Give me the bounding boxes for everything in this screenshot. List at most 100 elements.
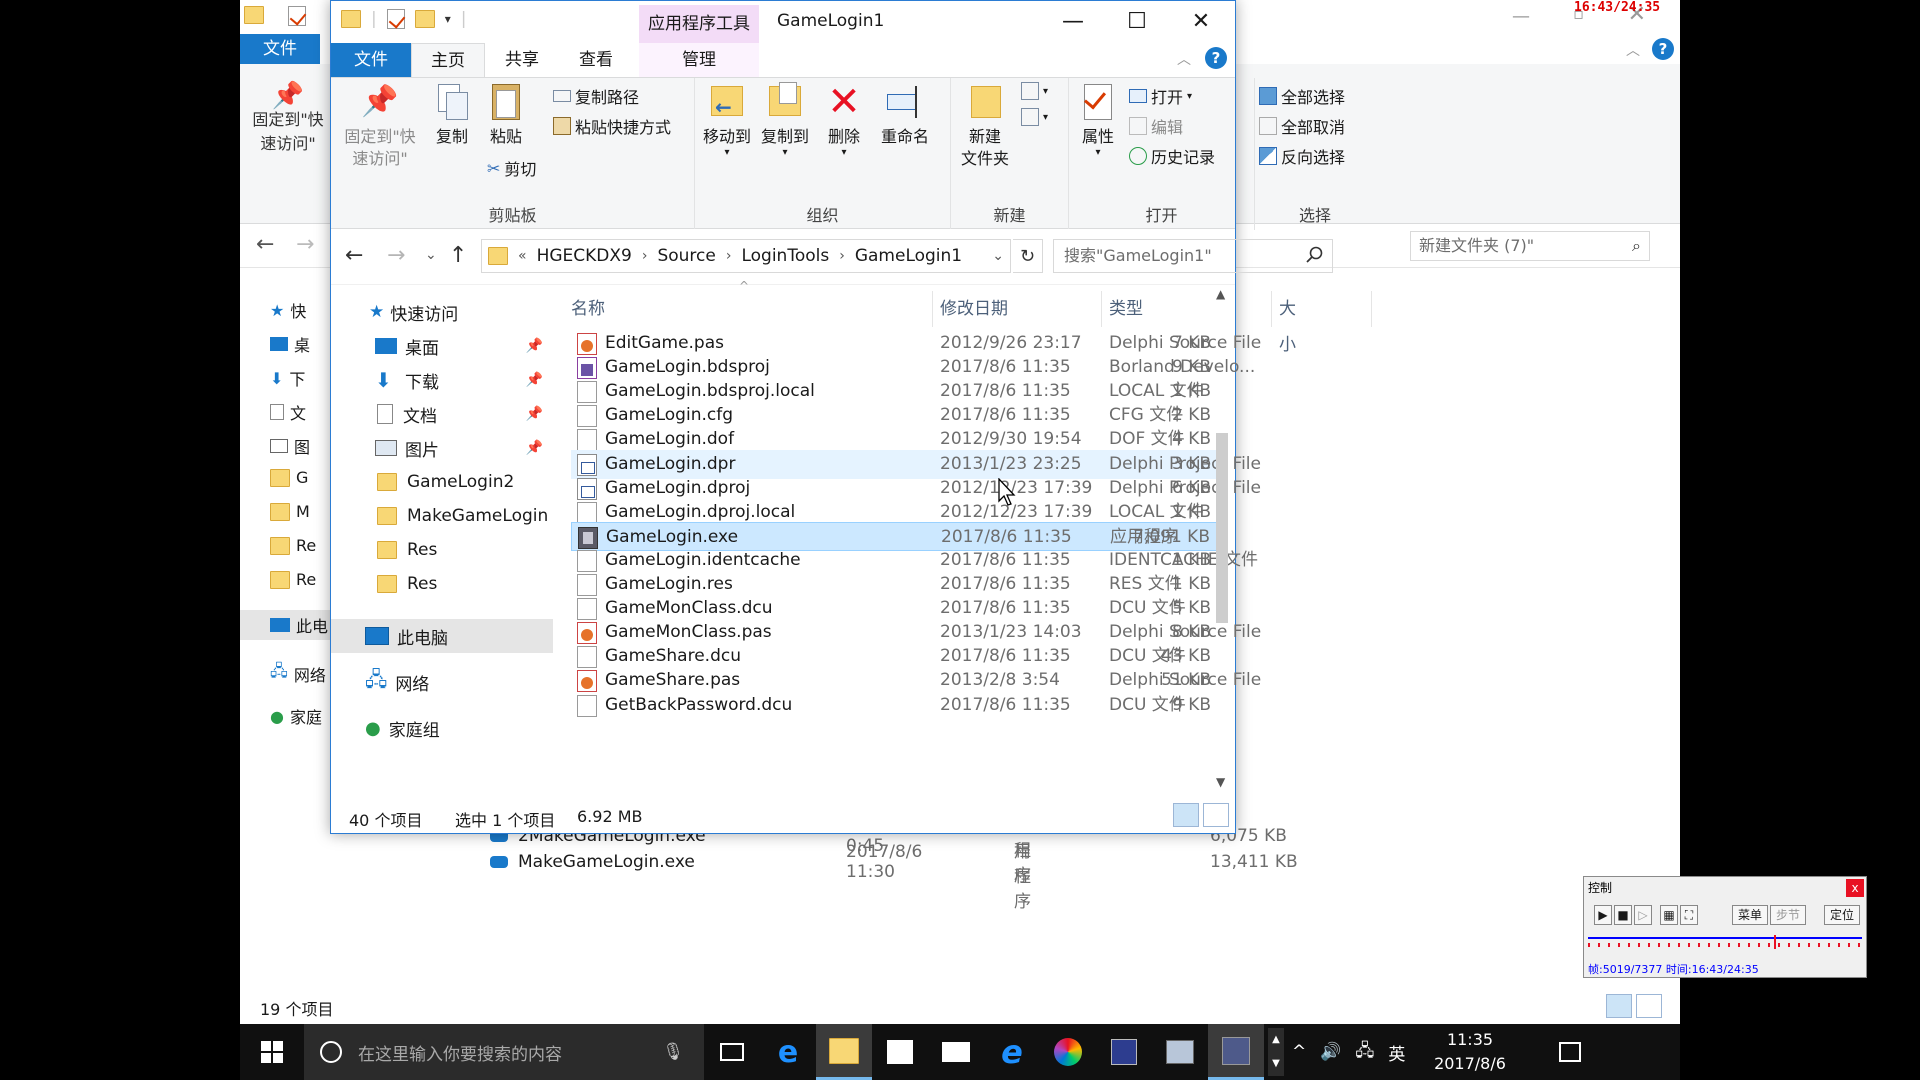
tray-chevron-up-icon[interactable]: ^ — [1292, 1042, 1306, 1062]
breadcrumb-item[interactable]: GameLogin1 — [855, 246, 962, 266]
timeline-playhead[interactable] — [1774, 935, 1776, 949]
nav-downloads[interactable]: ⬇ 下载 📌 — [331, 363, 553, 397]
timeline-track[interactable] — [1588, 935, 1862, 949]
help-icon[interactable]: ? — [1205, 47, 1227, 69]
breadcrumb-chevron-icon[interactable]: › — [839, 248, 845, 264]
select-none-button[interactable]: 全部取消 — [1259, 114, 1345, 138]
forward-arrow-icon[interactable]: → — [296, 232, 314, 257]
edit-button[interactable]: 编辑 — [1129, 114, 1183, 138]
new-folder-button[interactable]: 新建 文件夹 — [953, 82, 1017, 170]
file-explorer-app[interactable] — [816, 1024, 872, 1080]
color-app[interactable] — [1040, 1024, 1096, 1080]
cut-button[interactable]: ✂ 剪切 — [487, 156, 536, 180]
scroll-down-arrow-icon[interactable]: ▼ — [1268, 1052, 1284, 1076]
step-button[interactable]: ▷ — [1634, 905, 1652, 925]
edge-app[interactable]: e — [760, 1024, 816, 1080]
vertical-scrollbar[interactable]: ▲ ▼ — [1213, 285, 1231, 795]
recorder-app[interactable] — [1208, 1024, 1264, 1080]
column-divider[interactable] — [932, 291, 933, 327]
copy-path-button[interactable]: 复制路径 — [553, 84, 639, 108]
move-to-button[interactable]: ← 移动到 ▾ — [699, 82, 755, 158]
breadcrumb-item[interactable]: LoginTools — [741, 246, 829, 266]
action-center-button[interactable] — [1542, 1024, 1598, 1080]
scroll-up-arrow-icon[interactable]: ▲ — [1268, 1028, 1284, 1052]
nav-documents[interactable]: 文档 📌 — [331, 397, 553, 431]
tool-app[interactable] — [1152, 1024, 1208, 1080]
breadcrumb-item[interactable]: Source — [657, 246, 715, 266]
paste-button[interactable]: 粘贴 — [481, 82, 531, 148]
nav-pictures[interactable]: 图片 📌 — [331, 431, 553, 465]
nav-folder-res[interactable]: Res — [331, 533, 553, 567]
close-icon[interactable]: x — [1846, 879, 1864, 897]
column-header-size[interactable]: 大小 — [1279, 291, 1296, 355]
back-arrow-icon[interactable]: ← — [345, 243, 363, 268]
bg-nav-folder-1[interactable]: G — [270, 468, 308, 487]
nav-folder-makegamelogin[interactable]: MakeGameLogin — [331, 499, 553, 533]
microphone-icon[interactable]: 🎙 — [662, 1042, 684, 1062]
details-view-button[interactable] — [1173, 803, 1199, 827]
taskbar-scroll[interactable]: ▲ ▼ — [1268, 1028, 1284, 1076]
fullscreen-icon[interactable]: ⛶ — [1680, 905, 1698, 925]
recent-locations-chevron-icon[interactable]: ⌄ — [425, 247, 437, 263]
pin-icon[interactable]: 📌 — [526, 338, 543, 354]
pin-quick-access-button[interactable]: 📌 固定到"快速访问" — [339, 82, 421, 170]
maximize-button[interactable]: ☐ — [1105, 1, 1169, 43]
bg-pin-quick-access-button[interactable]: 📌 固定到"快速访问" — [248, 83, 328, 156]
delete-button[interactable]: ✕ 删除 ▾ — [819, 82, 869, 158]
paste-shortcut-button[interactable]: 粘贴快捷方式 — [553, 114, 671, 138]
minimize-icon[interactable]: — — [1512, 6, 1530, 27]
task-view-button[interactable] — [704, 1024, 760, 1080]
bg-nav-desktop[interactable]: 桌 — [270, 332, 310, 356]
nav-homegroup[interactable]: ● 家庭组 — [331, 711, 553, 745]
details-view-button[interactable] — [1606, 994, 1632, 1018]
window-mode-icon[interactable]: ▦ — [1660, 905, 1678, 925]
scroll-down-arrow-icon[interactable]: ▼ — [1216, 775, 1225, 789]
bg-nav-pictures[interactable]: 图 — [270, 434, 310, 458]
forward-arrow-icon[interactable]: → — [387, 243, 405, 268]
up-arrow-icon[interactable]: ↑ — [449, 243, 467, 268]
history-button[interactable]: 历史记录 — [1129, 144, 1215, 168]
back-arrow-icon[interactable]: ← — [256, 232, 274, 257]
taskbar-clock[interactable]: 11:35 2017/8/6 — [1420, 1028, 1520, 1076]
mail-app[interactable] — [928, 1024, 984, 1080]
bg-file-tab[interactable]: 文件 — [240, 34, 320, 64]
bg-nav-folder-3[interactable]: Re — [270, 536, 316, 555]
address-dropdown-icon[interactable]: ⌄ — [992, 248, 1004, 264]
bg-nav-network[interactable]: 🖧 网络 — [270, 660, 326, 687]
breadcrumb-item[interactable]: HGECKDX9 — [537, 246, 632, 266]
nav-folder-gamelogin2[interactable]: GameLogin2 — [331, 465, 553, 499]
taskbar-search-box[interactable]: 在这里输入你要搜索的内容 🎙 — [304, 1024, 704, 1080]
large-icons-view-button[interactable] — [1636, 994, 1662, 1018]
breadcrumb-overflow[interactable]: « — [518, 248, 527, 264]
refresh-button[interactable]: ↻ — [1013, 239, 1043, 273]
bg-nav-quick-access[interactable]: ★ 快 — [270, 298, 306, 322]
help-icon[interactable]: ? — [1652, 38, 1674, 60]
close-button[interactable]: ✕ — [1169, 1, 1233, 43]
volume-icon[interactable]: 🔊 — [1320, 1042, 1341, 1062]
file-row[interactable]: GetBackPassword.dcu 2017/8/6 11:35 DCU 文件 9… — [571, 691, 1217, 720]
pin-icon[interactable]: 📌 — [526, 372, 543, 388]
breadcrumb-chevron-icon[interactable]: › — [642, 248, 648, 264]
locate-button[interactable]: 定位 — [1824, 905, 1860, 925]
pin-icon[interactable]: 📌 — [526, 440, 543, 456]
nav-desktop[interactable]: 桌面 📌 — [331, 329, 553, 363]
bg-nav-this-pc[interactable]: 此电 — [240, 610, 340, 640]
nav-quick-access[interactable]: ★ 快速访问 — [331, 295, 553, 329]
minimize-button[interactable]: — — [1041, 1, 1105, 43]
tab-home[interactable]: 主页 — [411, 43, 485, 77]
copy-button[interactable]: 复制 — [427, 82, 477, 148]
tab-file[interactable]: 文件 — [331, 43, 411, 77]
column-header-type[interactable]: 类型 — [1109, 291, 1143, 327]
bg-nav-homegroup[interactable]: ● 家庭 — [270, 704, 322, 728]
bg-nav-folder-4[interactable]: Re — [270, 570, 316, 589]
properties-button[interactable]: 属性 ▾ — [1073, 82, 1123, 158]
column-divider[interactable] — [1101, 291, 1102, 327]
collapse-ribbon-icon[interactable]: ︿ — [1177, 49, 1191, 69]
column-divider[interactable] — [1371, 291, 1372, 327]
pin-icon[interactable]: 📌 — [526, 406, 543, 422]
store-app[interactable] — [872, 1024, 928, 1080]
customize-dropdown-icon[interactable]: ▾ — [445, 12, 451, 26]
new-folder-icon[interactable] — [414, 10, 435, 28]
menu-button[interactable]: 菜单 — [1732, 905, 1768, 925]
properties-check-icon[interactable] — [288, 6, 306, 26]
